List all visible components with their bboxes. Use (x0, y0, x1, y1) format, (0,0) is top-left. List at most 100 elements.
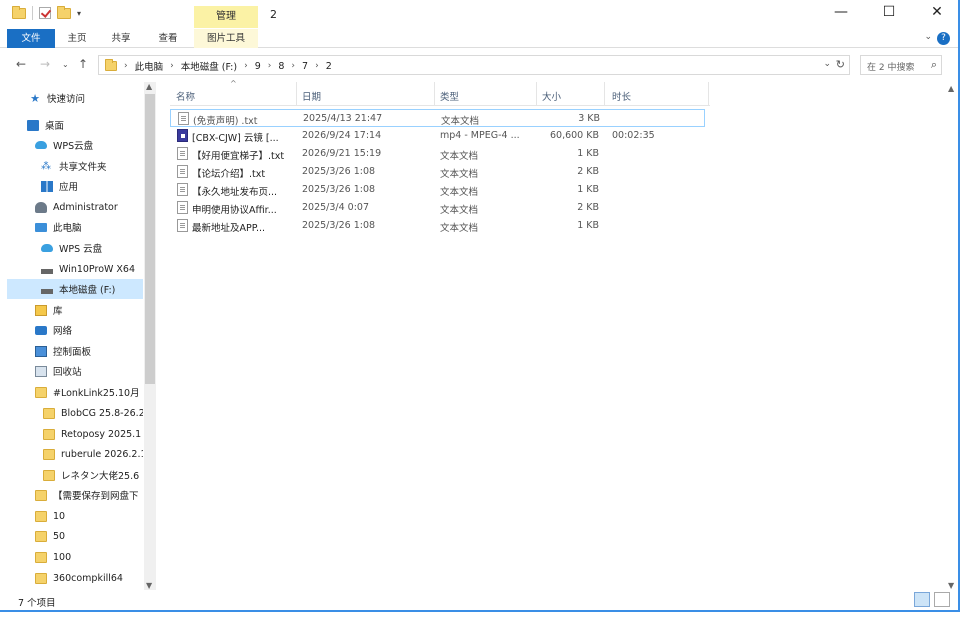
breadcrumb-8[interactable]: 8 (278, 61, 284, 72)
file-name: [CBX-CJW] 云镜 [... (192, 133, 279, 144)
scrollbar-thumb[interactable] (145, 94, 155, 384)
address-dropdown-icon[interactable]: ⌄ (823, 59, 831, 69)
column-divider[interactable] (296, 82, 297, 106)
nav-folder[interactable]: レネタン大佬25.6 (43, 465, 143, 485)
text-file-icon (177, 201, 188, 214)
window-title: 2 (270, 8, 277, 21)
table-row[interactable]: 申明使用协议Affir... 2025/3/4 0:07 文本文档 2 KB (170, 199, 705, 217)
table-row[interactable]: 【论坛介绍】.txt 2025/3/26 1:08 文本文档 2 KB (170, 163, 705, 181)
column-divider[interactable] (708, 82, 709, 106)
folder-icon (43, 469, 55, 481)
library-icon (35, 304, 47, 316)
nav-label: レネタン大佬25.6 (61, 471, 140, 482)
file-size: 2 KB (577, 202, 599, 213)
details-view-icon[interactable] (914, 592, 930, 607)
file-date: 2026/9/21 15:19 (302, 148, 382, 159)
control-panel-icon (35, 345, 47, 357)
tab-file[interactable]: 文件 (7, 29, 55, 48)
table-row[interactable]: 【好用便宜梯子】.txt 2026/9/21 15:19 文本文档 1 KB (170, 145, 705, 163)
share-icon: ⁂ (41, 160, 51, 172)
scroll-up-icon[interactable]: ▲ (146, 82, 152, 91)
column-name[interactable]: 名称 (176, 89, 195, 103)
table-row[interactable]: 最新地址及APP... 2025/3/26 1:08 文本文档 1 KB (170, 217, 705, 235)
nav-folder[interactable]: Retoposy 2025.1 (43, 424, 143, 444)
nav-label: 100 (53, 551, 72, 563)
close-button[interactable]: ✕ (928, 4, 946, 20)
breadcrumb-7[interactable]: 7 (302, 61, 308, 72)
column-duration[interactable]: 时长 (612, 89, 631, 103)
scroll-up-icon[interactable]: ▲ (948, 84, 954, 93)
breadcrumb-9[interactable]: 9 (255, 61, 261, 72)
text-file-icon (178, 112, 189, 125)
text-file-icon (177, 219, 188, 232)
manage-context-tab[interactable]: 管理 (194, 6, 258, 28)
breadcrumb-separator: › (244, 61, 248, 71)
nav-label: 50 (53, 530, 66, 542)
scroll-down-icon[interactable]: ▼ (146, 581, 152, 590)
nav-system-drive[interactable]: Win10ProW X64 (41, 259, 177, 279)
folder-icon (105, 59, 117, 71)
nav-folder[interactable]: 360compkill64 (35, 568, 143, 588)
expand-ribbon-icon[interactable]: ⌄ (924, 32, 932, 42)
column-divider[interactable] (434, 82, 435, 106)
forward-arrow-icon[interactable]: → (40, 57, 50, 71)
breadcrumb-separator: › (170, 61, 174, 71)
large-icons-view-icon[interactable] (934, 592, 950, 607)
column-divider[interactable] (604, 82, 605, 106)
nav-folder[interactable]: BlobCG 25.8-26.2 (43, 403, 143, 423)
column-size[interactable]: 大小 (542, 89, 561, 103)
address-bar[interactable]: › 此电脑 › 本地磁盘 (F:) › 9 › 8 › 7 › 2 ⌄ ↻ (98, 55, 850, 75)
nav-label: 此电脑 (53, 223, 82, 234)
refresh-icon[interactable]: ↻ (836, 58, 845, 71)
breadcrumb-local-disk[interactable]: 本地磁盘 (F:) (181, 59, 237, 73)
quick-access-toolbar: ▾ (12, 5, 81, 20)
column-date[interactable]: 日期 (302, 89, 321, 103)
breadcrumb-separator: › (124, 61, 128, 71)
tab-home[interactable]: 主页 (62, 29, 92, 48)
nav-wps-cloud-drive[interactable]: WPS 云盘 (41, 238, 177, 258)
file-size: 1 KB (577, 184, 599, 195)
tab-view[interactable]: 查看 (153, 29, 183, 48)
recent-locations-icon[interactable]: ⌄ (62, 60, 69, 69)
nav-apps[interactable]: 应用 (41, 176, 177, 196)
customize-toolbar-icon[interactable]: ▾ (77, 9, 81, 18)
file-date: 2025/3/26 1:08 (302, 220, 376, 231)
search-box[interactable]: 在 2 中搜索 ⌕ (860, 55, 942, 75)
breadcrumb-2[interactable]: 2 (326, 61, 332, 72)
tab-picture-tools[interactable]: 图片工具 (194, 29, 258, 48)
properties-icon[interactable] (39, 7, 51, 19)
back-arrow-icon[interactable]: ← (16, 57, 26, 71)
file-date: 2025/3/26 1:08 (302, 166, 376, 177)
search-icon: ⌕ (930, 58, 937, 71)
nav-folder[interactable]: 【需要保存到网盘下 (35, 485, 143, 505)
column-headers: ^ 名称 日期 类型 大小 时长 (170, 79, 710, 106)
nav-local-disk-f[interactable]: 本地磁盘 (F:) (7, 279, 143, 299)
file-list-scrollbar[interactable]: ▲ ▼ (945, 82, 958, 590)
file-size: 2 KB (577, 166, 599, 177)
minimize-button[interactable]: — (832, 4, 850, 20)
nav-folder[interactable]: #LonkLink25.10月 (35, 382, 143, 402)
nav-folder[interactable]: ruberule 2026.2.1 (43, 444, 143, 464)
nav-scrollbar[interactable]: ▲ ▼ (144, 82, 156, 590)
cloud-icon (35, 141, 47, 149)
drive-icon (41, 288, 53, 294)
up-arrow-icon[interactable]: ↑ (78, 57, 88, 71)
nav-desktop[interactable]: 桌面 (27, 115, 163, 135)
table-row[interactable]: 【永久地址发布页... 2025/3/26 1:08 文本文档 1 KB (170, 181, 705, 199)
file-type: 文本文档 (440, 205, 479, 216)
new-folder-icon[interactable] (57, 5, 71, 19)
table-row[interactable]: (免责声明) .txt 2025/4/13 21:47 文本文档 3 KB (170, 109, 705, 127)
breadcrumb-this-pc[interactable]: 此电脑 (135, 59, 164, 73)
video-file-icon (177, 129, 188, 142)
folder-icon (12, 5, 26, 19)
help-icon[interactable]: ? (937, 32, 950, 45)
maximize-button[interactable]: ☐ (880, 4, 898, 20)
nav-label: 回收站 (53, 367, 82, 378)
column-type[interactable]: 类型 (440, 89, 459, 103)
breadcrumb-separator: › (267, 61, 272, 71)
tab-share[interactable]: 共享 (106, 29, 136, 48)
table-row[interactable]: [CBX-CJW] 云镜 [... 2026/9/24 17:14 mp4 - … (170, 127, 705, 145)
nav-shared-folder[interactable]: ⁂ 共享文件夹 (41, 156, 177, 176)
column-divider[interactable] (536, 82, 537, 106)
scroll-down-icon[interactable]: ▼ (948, 581, 954, 590)
